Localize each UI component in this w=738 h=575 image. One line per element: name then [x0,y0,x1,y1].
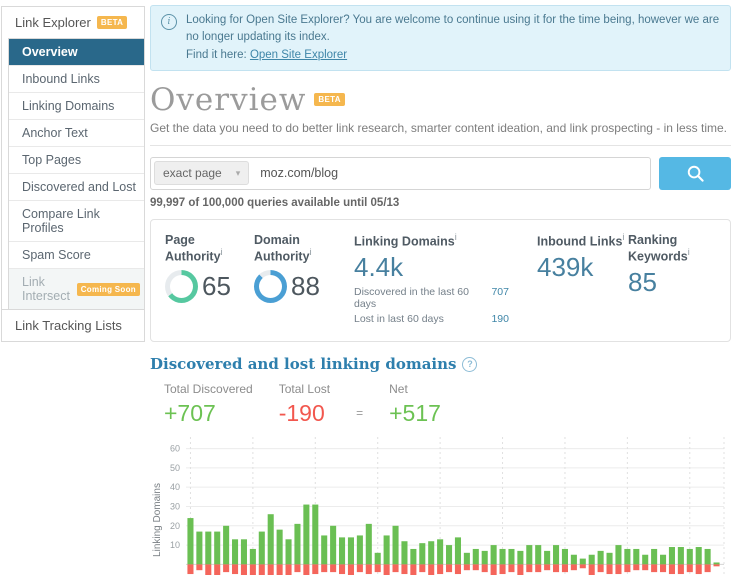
sidebar-item-label: Link Tracking Lists [15,318,122,333]
metric-label: Inbound Links [537,234,622,248]
info-tooltip-icon[interactable]: i [688,247,690,257]
sidebar-item-compare-link-profiles[interactable]: Compare Link Profiles [9,201,144,242]
search-input[interactable] [252,165,650,181]
link-explorer-app: Link Explorer BETA Overview Inbound Link… [0,0,738,575]
sidebar-item-label: Overview [22,45,78,59]
sidebar-item-discovered-and-lost[interactable]: Discovered and Lost [9,174,144,201]
sidebar-item-spam-score[interactable]: Spam Score [9,242,144,269]
info-tooltip-icon[interactable]: i [310,247,312,257]
total-lost: Total Lost -190 [279,382,330,427]
sidebar-item-label: Top Pages [22,153,81,167]
discovered-60d-label: Discovered in the last 60 days [354,286,491,310]
discovered-60d-value[interactable]: 707 [491,286,509,310]
metric-value: 65 [202,271,231,302]
metric-label: Ranking Keywords [628,233,688,263]
banner-text: Looking for Open Site Explorer? You are … [186,12,720,64]
svg-text:60: 60 [170,444,180,454]
sidebar-item-linking-domains[interactable]: Linking Domains [9,93,144,120]
total-net: Net +517 [389,382,441,427]
sidebar-item-label: Linking Domains [22,99,114,113]
info-icon: i [161,14,177,30]
sidebar-submenu: Overview Inbound Links Linking Domains A… [8,38,144,309]
total-lost-label: Total Lost [279,382,330,396]
ose-notice-banner: i Looking for Open Site Explorer? You ar… [150,5,731,71]
sidebar-item-link-intersect: Link Intersect Coming Soon [9,269,144,309]
chevron-down-icon: ▾ [236,168,241,179]
page-title: Overview [150,83,306,117]
beta-badge: BETA [314,93,344,106]
svg-text:40: 40 [170,482,180,492]
lost-60d-label: Lost in last 60 days [354,313,444,325]
total-net-value: +517 [389,400,441,427]
metric-value: 4.4k [354,252,403,283]
search-scope-label: exact page [163,166,222,180]
metric-value: 85 [628,267,657,298]
domain-authority-ring [254,270,287,303]
total-discovered-value: +707 [164,400,253,427]
sidebar-item-top-pages[interactable]: Top Pages [9,147,144,174]
metric-label: Page Authority [165,233,221,263]
lost-60d-value[interactable]: 190 [491,313,509,325]
total-discovered: Total Discovered +707 [164,382,253,427]
sidebar-item-anchor-text[interactable]: Anchor Text [9,120,144,147]
totals-row: Total Discovered +707 Total Lost -190 = … [164,382,731,427]
info-tooltip-icon[interactable]: i [221,247,223,257]
search-bar: exact page ▾ [150,157,731,190]
divider [150,145,731,146]
sidebar-item-inbound-links[interactable]: Inbound Links [9,66,144,93]
metric-value: 439k [537,252,593,283]
total-discovered-label: Total Discovered [164,382,253,396]
banner-line2-prefix: Find it here: [186,49,247,61]
discovered-60d-row: Discovered in the last 60 days 707 [354,286,509,310]
metric-inbound-links: Inbound Linksi 439k [537,232,628,325]
sidebar-item-label: Link Intersect [22,275,72,303]
metric-linking-domains: Linking Domainsi 4.4k Discovered in the … [354,232,537,325]
chart-svg: 605040302010-10-203/23/93/163/233/304/64… [150,431,725,575]
query-quota-note: 99,997 of 100,000 queries available unti… [150,197,731,209]
sidebar-item-link-tracking-lists[interactable]: Link Tracking Lists [2,309,144,341]
svg-text:50: 50 [170,463,180,473]
search-box: exact page ▾ [150,157,651,190]
sidebar-item-label: Inbound Links [22,72,100,86]
page-authority-ring [165,270,198,303]
metric-value: 88 [291,271,320,302]
sidebar-item-overview[interactable]: Overview [9,39,144,66]
discovered-lost-chart: 605040302010-10-203/23/93/163/233/304/64… [150,431,731,575]
section-title: Discovered and lost linking domains [150,355,456,373]
banner-line1: Looking for Open Site Explorer? You are … [186,14,719,43]
sidebar-item-label: Spam Score [22,248,91,262]
search-icon [686,164,705,183]
open-site-explorer-link[interactable]: Open Site Explorer [250,49,347,61]
metric-domain-authority: Domain Authorityi 88 [254,232,354,325]
sidebar-item-label: Compare Link Profiles [22,207,140,235]
metrics-card: Page Authorityi 65 Domain Authorityi 88 … [150,219,731,342]
svg-text:20: 20 [170,521,180,531]
total-lost-value: -190 [279,400,330,427]
sidebar-item-link-explorer[interactable]: Link Explorer BETA [2,7,144,38]
help-icon[interactable]: ? [462,357,477,372]
svg-text:30: 30 [170,502,180,512]
sidebar-item-label: Discovered and Lost [22,180,136,194]
page-subtitle: Get the data you need to do better link … [150,121,731,135]
metric-page-authority: Page Authorityi 65 [165,232,254,325]
metric-ranking-keywords: Ranking Keywordsi 85 [628,232,716,325]
search-scope-dropdown[interactable]: exact page ▾ [154,161,249,185]
info-tooltip-icon[interactable]: i [622,232,624,242]
sidebar: Link Explorer BETA Overview Inbound Link… [1,6,145,342]
lost-60d-row: Lost in last 60 days 190 [354,313,509,325]
metric-label: Linking Domains [354,234,455,248]
svg-text:10: 10 [170,540,180,550]
sidebar-item-label: Anchor Text [22,126,88,140]
sidebar-app-label: Link Explorer [15,15,91,30]
info-tooltip-icon[interactable]: i [455,232,457,242]
beta-badge: BETA [97,16,127,29]
search-button[interactable] [659,157,731,190]
coming-soon-badge: Coming Soon [77,283,140,296]
metric-label: Domain Authority [254,233,310,263]
main-content: i Looking for Open Site Explorer? You ar… [150,5,731,575]
equals-sign: = [356,406,363,420]
svg-text:Linking Domains: Linking Domains [152,483,163,557]
total-net-label: Net [389,382,441,396]
